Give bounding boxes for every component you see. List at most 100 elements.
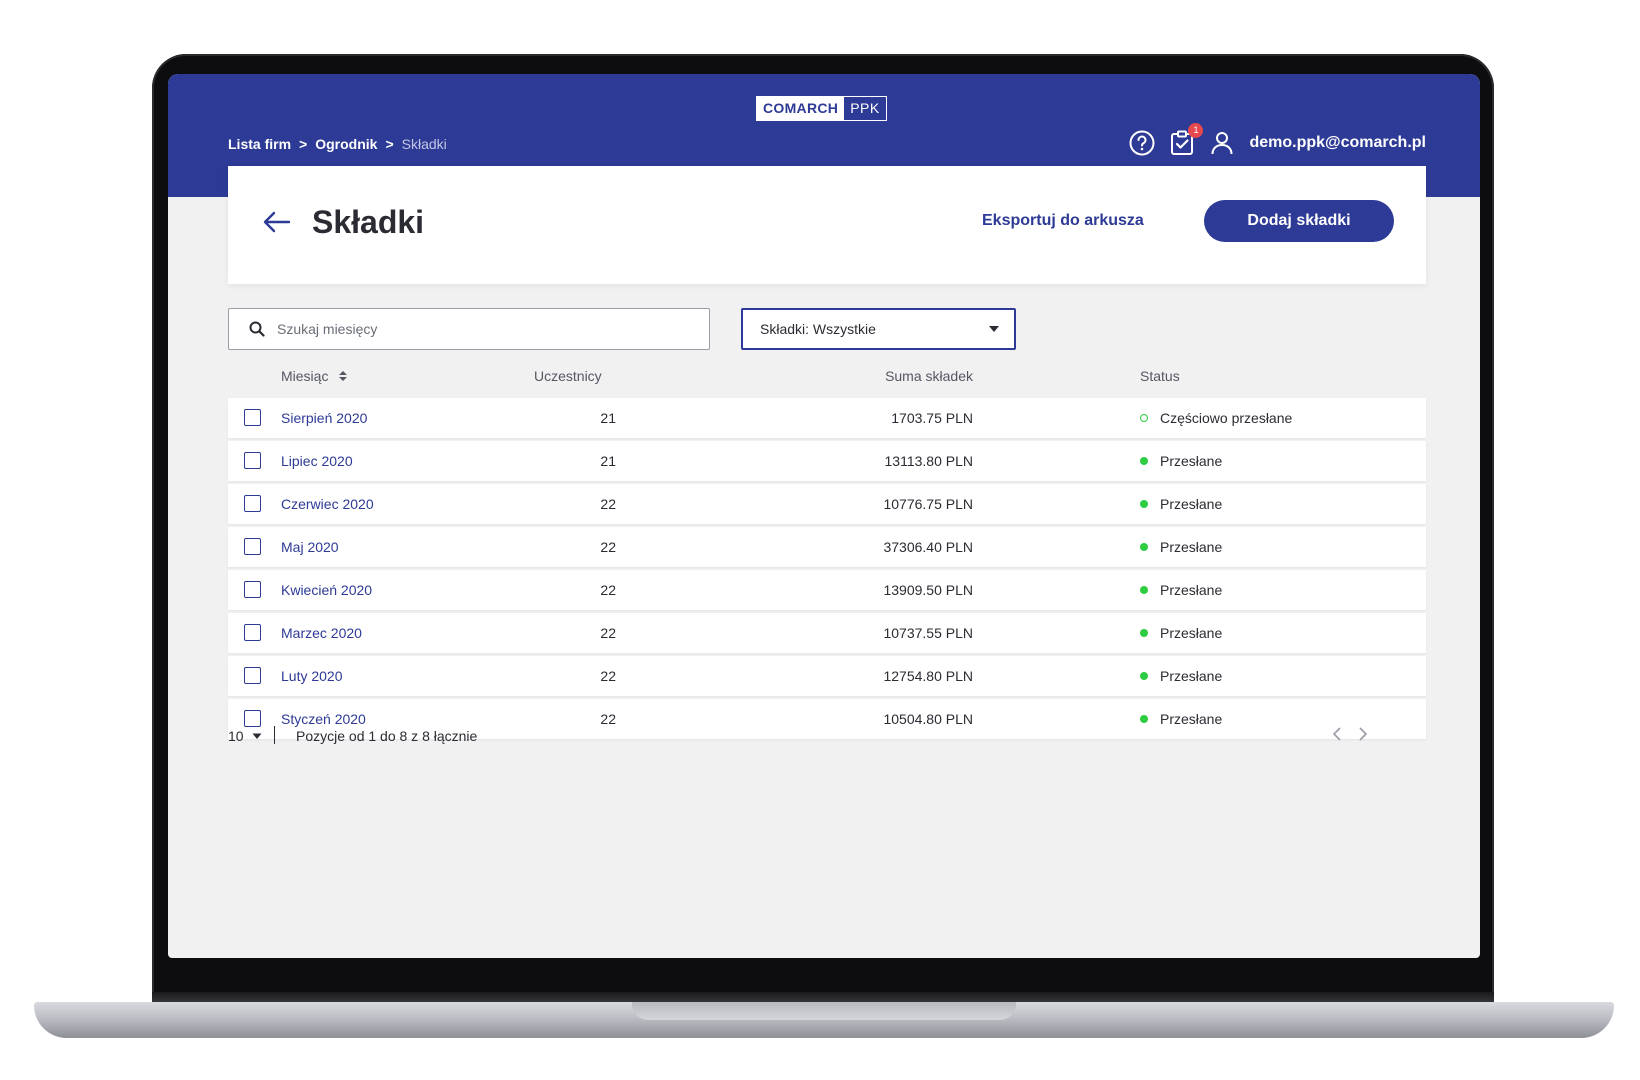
row-sum: 10737.55 PLN [883,625,973,641]
row-sum: 13113.80 PLN [884,453,973,469]
user-area: 1 demo.ppk@comarch.pl [1129,123,1426,156]
table-header: Miesiąc Uczestnicy Suma składek Status [228,362,1426,392]
export-to-sheet-link[interactable]: Eksportuj do arkusza [982,212,1144,230]
row-checkbox[interactable] [244,409,261,426]
next-page-button[interactable] [1358,726,1368,745]
page-title: Składki [312,204,425,240]
row-status-label: Przesłane [1160,668,1223,684]
status-sent-icon [1140,543,1148,551]
row-participants: 21 [600,410,616,426]
row-status-label: Przesłane [1160,625,1223,641]
row-month-link[interactable]: Sierpień 2020 [281,410,367,426]
row-status-label: Częściowo przesłane [1160,410,1293,426]
column-header-sum: Suma składek [885,368,973,384]
pagination-divider [274,726,275,744]
status-sent-icon [1140,715,1148,723]
row-sum: 1703.75 PLN [891,410,973,426]
row-sum: 12754.80 PLN [883,668,973,684]
row-checkbox[interactable] [244,495,261,512]
notification-badge: 1 [1188,123,1204,138]
pagination: 10 Pozycje od 1 do 8 z 8 łącznie [228,724,1426,748]
row-month-link[interactable]: Marzec 2020 [281,625,362,641]
previous-page-button[interactable] [1332,726,1342,745]
breadcrumb-item-lista-firm[interactable]: Lista firm [228,136,291,152]
row-status-label: Przesłane [1160,453,1223,469]
logo-ppk: PPK [850,100,880,116]
contributions-table: Sierpień 2020 21 1703.75 PLN Częściowo p… [228,398,1426,742]
search-field [228,308,710,350]
filter-select-value: Składki: Wszystkie [760,321,876,337]
search-input[interactable] [277,321,677,337]
column-header-month-label: Miesiąc [281,368,329,384]
logo-comarch: COMARCH [757,97,845,120]
status-sent-icon [1140,586,1148,594]
caret-down-icon [989,326,999,332]
user-button[interactable] [1209,130,1235,156]
row-checkbox[interactable] [244,538,261,555]
tasks-button[interactable]: 1 [1169,123,1204,156]
add-contributions-button[interactable]: Dodaj składki [1204,200,1394,242]
row-month-link[interactable]: Luty 2020 [281,668,343,684]
column-header-participants: Uczestnicy [534,368,602,384]
table-row: Marzec 2020 22 10737.55 PLN Przesłane [228,613,1426,653]
row-checkbox[interactable] [244,667,261,684]
table-row: Luty 2020 22 12754.80 PLN Przesłane [228,656,1426,696]
breadcrumb-item-current: Składki [401,136,447,152]
comarch-ppk-logo[interactable]: COMARCH PPK [756,96,887,121]
table-row: Sierpień 2020 21 1703.75 PLN Częściowo p… [228,398,1426,438]
row-status-label: Przesłane [1160,496,1223,512]
row-sum: 37306.40 PLN [883,539,973,555]
row-status: Przesłane [1140,625,1222,641]
row-status: Przesłane [1140,496,1222,512]
chevron-left-icon [1332,727,1341,741]
row-sum: 10776.75 PLN [883,496,973,512]
status-partial-icon [1140,414,1148,422]
column-header-month[interactable]: Miesiąc [281,368,348,384]
row-month-link[interactable]: Lipiec 2020 [281,453,353,469]
user-email[interactable]: demo.ppk@comarch.pl [1249,134,1426,152]
row-status-label: Przesłane [1160,582,1223,598]
help-button[interactable] [1129,130,1155,156]
row-participants: 22 [600,539,616,555]
table-row: Lipiec 2020 21 13113.80 PLN Przesłane [228,441,1426,481]
caret-down-icon [252,733,262,739]
page-size-select[interactable]: 10 [228,728,262,744]
row-status: Przesłane [1140,668,1222,684]
row-status: Przesłane [1140,453,1222,469]
sort-icon[interactable] [338,370,348,382]
row-month-link[interactable]: Kwiecień 2020 [281,582,372,598]
status-sent-icon [1140,457,1148,465]
question-circle-icon [1129,130,1155,156]
row-participants: 22 [600,625,616,641]
row-participants: 21 [600,453,616,469]
table-row: Maj 2020 22 37306.40 PLN Przesłane [228,527,1426,567]
row-checkbox[interactable] [244,581,261,598]
user-icon [1211,132,1233,155]
column-header-status: Status [1140,368,1180,384]
breadcrumb: Lista firm > Ogrodnik > Składki [228,136,447,152]
row-checkbox[interactable] [244,624,261,641]
search-icon [249,321,265,337]
laptop-notch [632,1002,1016,1020]
row-checkbox[interactable] [244,452,261,469]
contributions-filter-select[interactable]: Składki: Wszystkie [741,308,1016,350]
chevron-right-icon [1359,727,1368,741]
breadcrumb-item-ogrodnik[interactable]: Ogrodnik [315,136,377,152]
arrow-left-icon [263,211,291,233]
page-header-card: Składki Eksportuj do arkusza Dodaj skład… [228,166,1426,284]
row-status: Przesłane [1140,582,1222,598]
screen: COMARCH PPK Lista firm > Ogrodnik > Skła… [168,74,1480,958]
row-month-link[interactable]: Czerwiec 2020 [281,496,374,512]
row-status: Częściowo przesłane [1140,410,1292,426]
status-sent-icon [1140,629,1148,637]
back-button[interactable] [262,210,292,234]
row-status: Przesłane [1140,539,1222,555]
table-row: Kwiecień 2020 22 13909.50 PLN Przesłane [228,570,1426,610]
row-sum: 13909.50 PLN [883,582,973,598]
row-participants: 22 [600,496,616,512]
breadcrumb-separator: > [385,136,394,152]
pagination-info: Pozycje od 1 do 8 z 8 łącznie [296,728,478,744]
row-participants: 22 [600,582,616,598]
row-status-label: Przesłane [1160,539,1223,555]
row-month-link[interactable]: Maj 2020 [281,539,339,555]
